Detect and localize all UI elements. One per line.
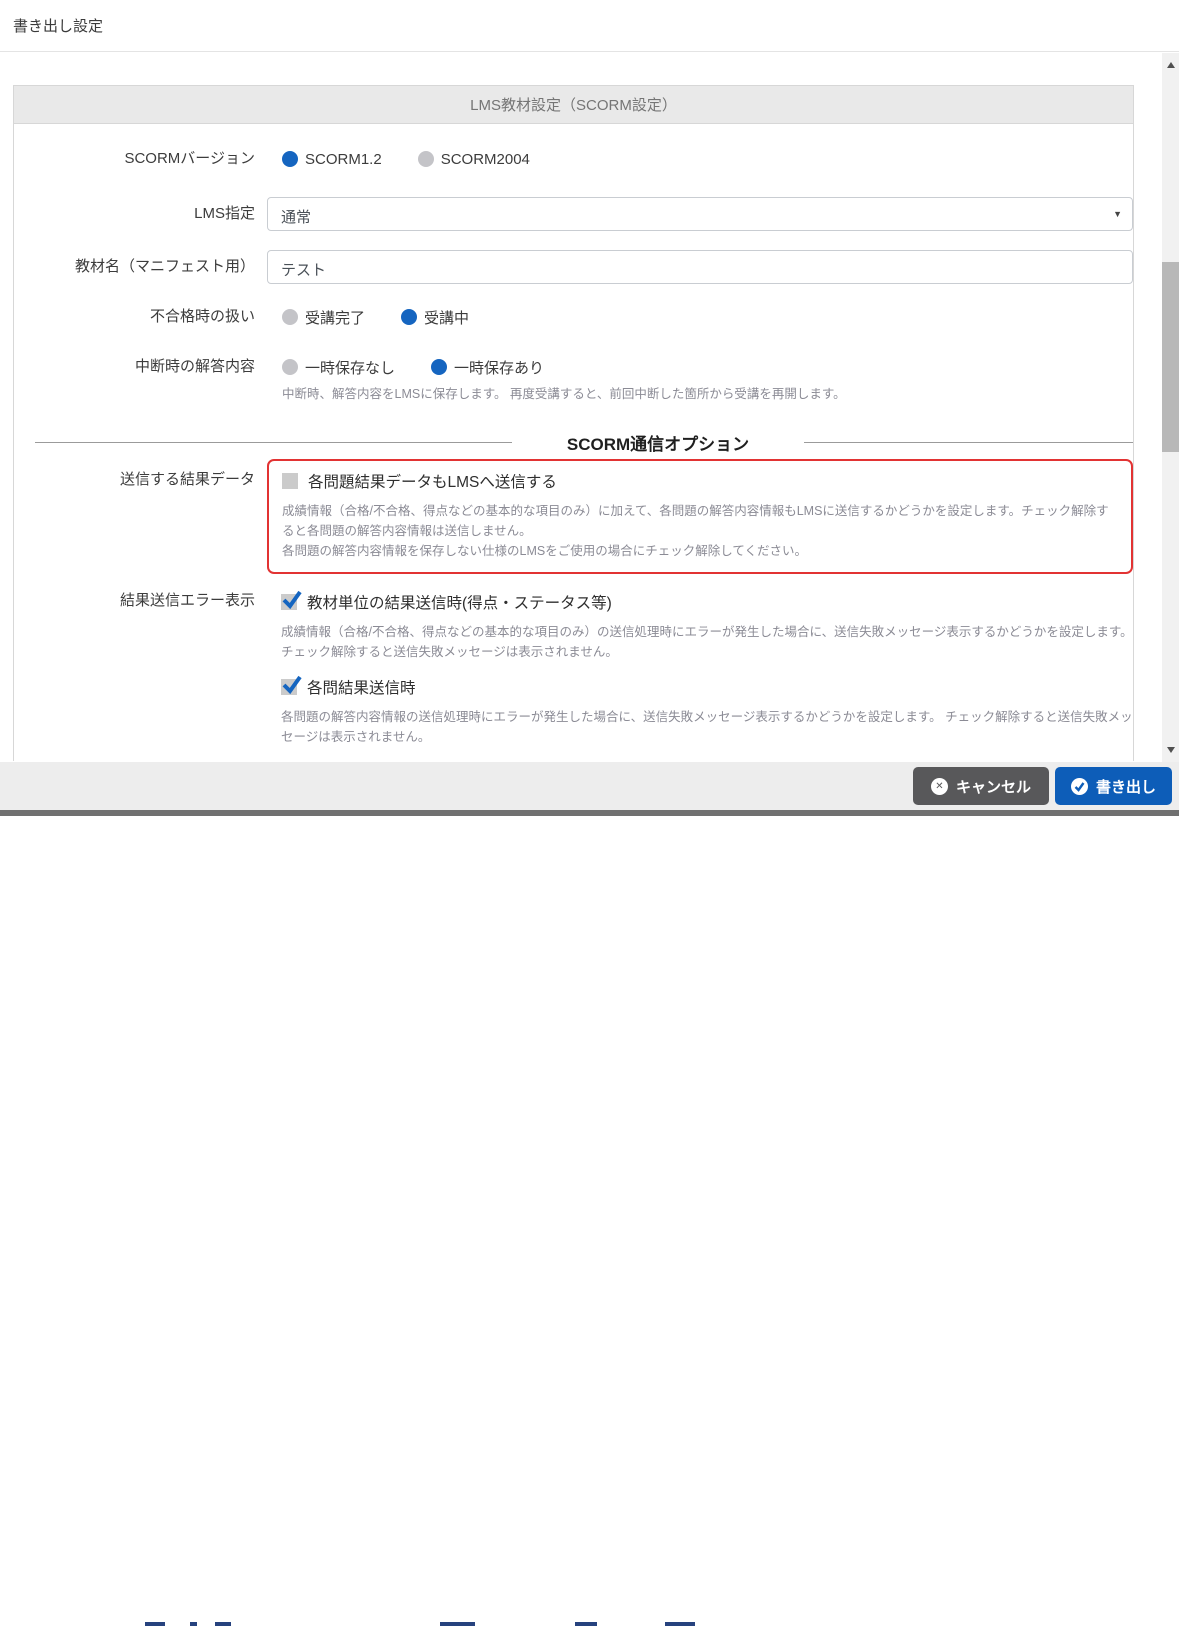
separator-line — [804, 442, 1133, 443]
lms-select-value: 通常 — [281, 208, 312, 226]
radio-unselected-icon — [417, 151, 434, 167]
checkbox-send-question-results[interactable]: 各問題結果データもLMSへ送信する — [282, 470, 557, 492]
background-content-fragment — [665, 1622, 695, 1626]
result-data-help-2: 各問題の解答内容情報を保存しない仕様のLMSをご使用の場合にチェック解除してくだ… — [282, 544, 807, 558]
checkbox-material-level-error[interactable]: 教材単位の結果送信時(得点・ステータス等) — [281, 590, 612, 613]
radio-selected-icon — [282, 151, 298, 167]
question-level-error-help: 各問題の解答内容情報の送信処理時にエラーが発生した場合に、送信失敗メッセージ表示… — [281, 710, 1133, 744]
row-material-name: 教材名（マニフェスト用） — [14, 250, 1133, 284]
chevron-down-icon: ▼ — [1113, 209, 1122, 219]
suspend-help-text: 中断時、解答内容をLMSに保存します。 再度受講すると、前回中断した箇所から受講… — [282, 387, 846, 401]
suspend-radio-group: 一時保存なし 一時保存あり — [267, 357, 1133, 377]
row-suspend: 中断時の解答内容 一時保存なし 一時保存あり 中断時、解答内容をLMSに保存しま… — [14, 357, 1133, 404]
radio-in-progress[interactable]: 受講中 — [401, 307, 469, 328]
close-circle-icon: ✕ — [930, 777, 948, 795]
row-scorm-version: SCORMバージョン SCORM1.2 SCORM2004 — [14, 149, 1133, 169]
checkbox-checked-icon — [281, 675, 302, 695]
result-data-help-1: 成績情報（合格/不合格、得点などの基本的な項目のみ）に加えて、各問題の解答内容情… — [282, 504, 1109, 538]
scroll-down-arrow-icon[interactable] — [1162, 742, 1179, 758]
export-button[interactable]: 書き出し — [1054, 767, 1172, 805]
background-content-fragment — [190, 1622, 197, 1626]
suspend-label: 中断時の解答内容 — [134, 358, 255, 375]
checkbox-unchecked-icon — [282, 473, 298, 489]
scorm-version-label: SCORMバージョン — [124, 150, 255, 167]
row-result-data: 送信する結果データ 各問題結果データもLMSへ送信する 成績情報（合格/不合格、… — [14, 459, 1133, 574]
cancel-button[interactable]: ✕ キャンセル — [912, 767, 1049, 805]
background-page-strip — [0, 810, 1179, 1626]
scorm-version-radio-group: SCORM1.2 SCORM2004 — [267, 149, 1133, 169]
material-name-label: 教材名（マニフェスト用） — [74, 258, 255, 275]
result-data-label: 送信する結果データ — [119, 471, 255, 488]
highlight-red-box: 各問題結果データもLMSへ送信する 成績情報（合格/不合格、得点などの基本的な項… — [267, 459, 1133, 574]
lms-label: LMS指定 — [194, 205, 255, 222]
radio-autosave[interactable]: 一時保存あり — [431, 357, 544, 378]
section-separator: SCORM通信オプション — [35, 431, 1133, 454]
radio-unselected-icon — [282, 359, 298, 375]
checkbox-question-level-error[interactable]: 各問結果送信時 — [281, 675, 416, 698]
page-title: 書き出し設定 — [13, 18, 104, 35]
radio-selected-icon — [401, 309, 418, 325]
checkbox-checked-icon — [281, 590, 302, 610]
radio-selected-icon — [431, 359, 448, 375]
background-content-fragment — [215, 1622, 231, 1626]
dialog-body: LMS教材設定（SCORM設定） SCORMバージョン SCORM1.2 SCO… — [0, 53, 1162, 762]
row-lms: LMS指定 通常 ▼ — [14, 197, 1133, 231]
check-circle-icon — [1070, 777, 1088, 795]
row-fail-handling: 不合格時の扱い 受講完了 受講中 — [14, 307, 1133, 327]
dialog-footer: ✕ キャンセル 書き出し — [0, 762, 1179, 810]
vertical-scrollbar[interactable] — [1162, 53, 1179, 762]
separator-line — [35, 442, 512, 443]
scrollbar-thumb[interactable] — [1162, 262, 1179, 452]
background-content-fragment — [575, 1622, 597, 1626]
material-name-input[interactable] — [267, 250, 1133, 284]
background-content-fragment — [145, 1622, 165, 1626]
radio-scorm12[interactable]: SCORM1.2 — [282, 151, 382, 168]
error-display-label: 結果送信エラー表示 — [119, 592, 255, 609]
section-title: SCORM通信オプション — [566, 435, 750, 454]
fail-handling-label: 不合格時の扱い — [149, 308, 255, 325]
scroll-up-arrow-icon[interactable] — [1162, 57, 1179, 73]
panel-header: LMS教材設定（SCORM設定） — [14, 86, 1133, 124]
radio-unselected-icon — [282, 309, 298, 325]
scorm-settings-panel: LMS教材設定（SCORM設定） SCORMバージョン SCORM1.2 SCO… — [13, 85, 1134, 761]
lms-select[interactable]: 通常 ▼ — [267, 197, 1133, 231]
radio-scorm2004[interactable]: SCORM2004 — [417, 151, 530, 168]
radio-completed[interactable]: 受講完了 — [282, 307, 365, 328]
material-level-error-help: 成績情報（合格/不合格、得点などの基本的な項目のみ）の送信処理時にエラーが発生し… — [281, 625, 1133, 659]
background-content-fragment — [440, 1622, 475, 1626]
radio-no-autosave[interactable]: 一時保存なし — [282, 357, 395, 378]
row-error-display: 結果送信エラー表示 教材単位の結果送信時(得点・ステータス等) 成績情報（合格/… — [14, 590, 1133, 747]
fail-handling-radio-group: 受講完了 受講中 — [267, 307, 1133, 327]
dialog-titlebar: 書き出し設定 — [0, 0, 1179, 52]
